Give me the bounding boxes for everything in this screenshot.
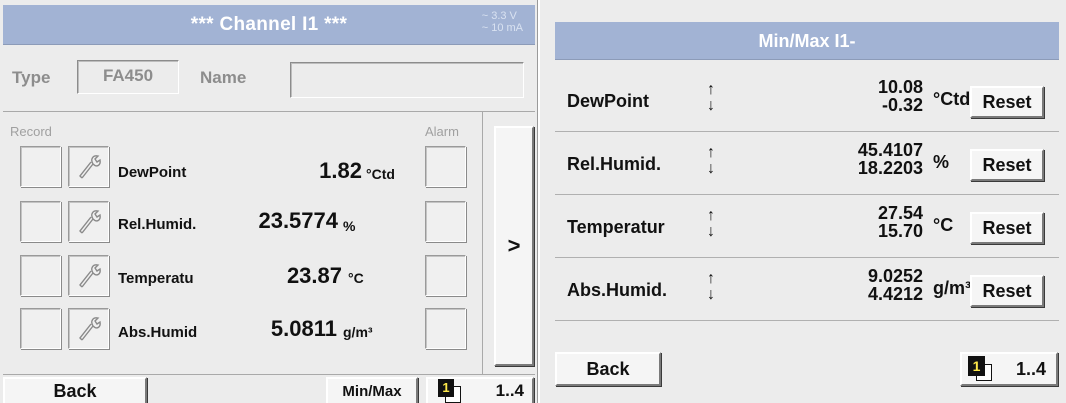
arrow-up-icon: ↑ bbox=[707, 81, 715, 98]
settings-button[interactable] bbox=[68, 201, 109, 242]
settings-button[interactable] bbox=[68, 255, 109, 296]
supply-info: ~ 3.3 V ~ 10 mA bbox=[482, 10, 523, 34]
arrow-up-icon: ↑ bbox=[707, 270, 715, 287]
min-value: 4.4212 bbox=[867, 284, 923, 304]
record-checkbox[interactable] bbox=[20, 255, 61, 296]
arrow-down-icon: ↓ bbox=[707, 223, 715, 240]
settings-button[interactable] bbox=[68, 146, 109, 187]
page-label: 1..4 bbox=[495, 381, 524, 400]
page-icon: 1 bbox=[438, 379, 464, 403]
name-label: Name bbox=[200, 68, 247, 87]
arrow-up-icon: ↑ bbox=[707, 144, 715, 161]
row-unit: % bbox=[343, 218, 356, 234]
min-value: -0.32 bbox=[881, 95, 923, 115]
row-unit: °Ctd bbox=[933, 89, 971, 109]
row-name: Temperatu bbox=[118, 270, 194, 287]
row-value: 23.87 bbox=[286, 263, 342, 288]
wrench-icon bbox=[79, 264, 101, 288]
minmax-row: Abs.Humid. ↑ ↓ 9.0252 4.4212 g/m³ Reset bbox=[555, 259, 1059, 321]
row-unit: g/m³ bbox=[933, 278, 971, 298]
record-label: Record bbox=[10, 124, 52, 139]
type-label: Type bbox=[12, 68, 51, 87]
row-value: 23.5774 bbox=[258, 208, 338, 233]
type-field[interactable]: FA450 bbox=[77, 60, 179, 94]
minmax-row: Temperatur ↑ ↓ 27.54 15.70 °C Reset bbox=[555, 196, 1059, 258]
min-value: 15.70 bbox=[877, 221, 923, 241]
page-icon-number: 1 bbox=[968, 356, 985, 376]
settings-button[interactable] bbox=[68, 308, 109, 349]
channel-title: *** Channel I1 *** bbox=[190, 14, 348, 35]
row-value: 1.82 bbox=[319, 158, 362, 183]
divider bbox=[3, 111, 535, 112]
record-checkbox[interactable] bbox=[20, 201, 61, 242]
record-checkbox[interactable] bbox=[20, 146, 61, 187]
channel-header: *** Channel I1 *** ~ 3.3 V ~ 10 mA bbox=[3, 5, 535, 45]
row-value: 5.0811 bbox=[270, 316, 337, 341]
divider bbox=[3, 374, 535, 375]
row-name: DewPoint bbox=[567, 91, 650, 111]
page-icon-number: 1 bbox=[438, 379, 454, 397]
back-button[interactable]: Back bbox=[555, 352, 661, 386]
minmax-row: DewPoint ↑ ↓ 10.08 -0.32 °Ctd Reset bbox=[555, 70, 1059, 132]
next-button[interactable]: > bbox=[494, 126, 534, 366]
row-unit: % bbox=[933, 152, 950, 172]
row-name: Abs.Humid. bbox=[567, 280, 668, 300]
alarm-checkbox[interactable] bbox=[425, 255, 466, 296]
row-name: Temperatur bbox=[567, 217, 665, 237]
divider bbox=[482, 112, 483, 374]
min-max-button[interactable]: Min/Max bbox=[326, 377, 418, 403]
row-unit: °C bbox=[348, 270, 364, 286]
record-checkbox[interactable] bbox=[20, 308, 61, 349]
row-name: DewPoint bbox=[118, 164, 187, 181]
arrow-down-icon: ↓ bbox=[707, 286, 715, 303]
min-max-arrows: ↑ ↓ bbox=[707, 145, 715, 177]
row-name: Rel.Humid. bbox=[567, 154, 662, 174]
min-max-arrows: ↑ ↓ bbox=[707, 82, 715, 114]
minmax-row: Rel.Humid. ↑ ↓ 45.4107 18.2203 % Reset bbox=[555, 133, 1059, 195]
min-max-arrows: ↑ ↓ bbox=[707, 271, 715, 303]
alarm-checkbox[interactable] bbox=[425, 146, 466, 187]
row-unit: °Ctd bbox=[366, 166, 395, 182]
row-unit: °C bbox=[933, 215, 954, 235]
page-label: 1..4 bbox=[1015, 358, 1046, 379]
arrow-up-icon: ↑ bbox=[707, 207, 715, 224]
name-field[interactable] bbox=[290, 62, 524, 98]
min-value: 18.2203 bbox=[857, 158, 923, 178]
min-max-arrows: ↑ ↓ bbox=[707, 208, 715, 240]
wrench-icon bbox=[79, 317, 101, 341]
reset-button[interactable]: Reset bbox=[970, 212, 1044, 244]
reset-button[interactable]: Reset bbox=[970, 275, 1044, 307]
row-name: Rel.Humid. bbox=[118, 216, 197, 233]
supply-voltage: ~ 3.3 V bbox=[481, 10, 517, 22]
row-name: Abs.Humid bbox=[118, 324, 198, 341]
reset-button[interactable]: Reset bbox=[970, 149, 1044, 181]
page-button[interactable]: 1 1..4 bbox=[426, 377, 534, 403]
page-icon: 1 bbox=[968, 356, 994, 382]
row-unit: g/m³ bbox=[343, 324, 373, 340]
minmax-title: Min/Max I1- bbox=[758, 31, 856, 51]
reset-button[interactable]: Reset bbox=[970, 86, 1044, 118]
alarm-checkbox[interactable] bbox=[425, 201, 466, 242]
minmax-panel: Min/Max I1- DewPoint ↑ ↓ 10.08 -0.32 °Ct… bbox=[540, 0, 1066, 403]
page-button[interactable]: 1 1..4 bbox=[960, 352, 1058, 386]
type-value: FA450 bbox=[102, 66, 154, 85]
wrench-icon bbox=[79, 210, 101, 234]
alarm-checkbox[interactable] bbox=[425, 308, 466, 349]
supply-current: ~ 10 mA bbox=[481, 22, 523, 34]
minmax-header: Min/Max I1- bbox=[555, 22, 1059, 60]
back-button[interactable]: Back bbox=[3, 377, 147, 403]
channel-panel: *** Channel I1 *** ~ 3.3 V ~ 10 mA Type … bbox=[0, 0, 538, 403]
wrench-icon bbox=[79, 155, 101, 179]
alarm-label: Alarm bbox=[425, 124, 459, 139]
arrow-down-icon: ↓ bbox=[707, 97, 715, 114]
arrow-down-icon: ↓ bbox=[707, 160, 715, 177]
